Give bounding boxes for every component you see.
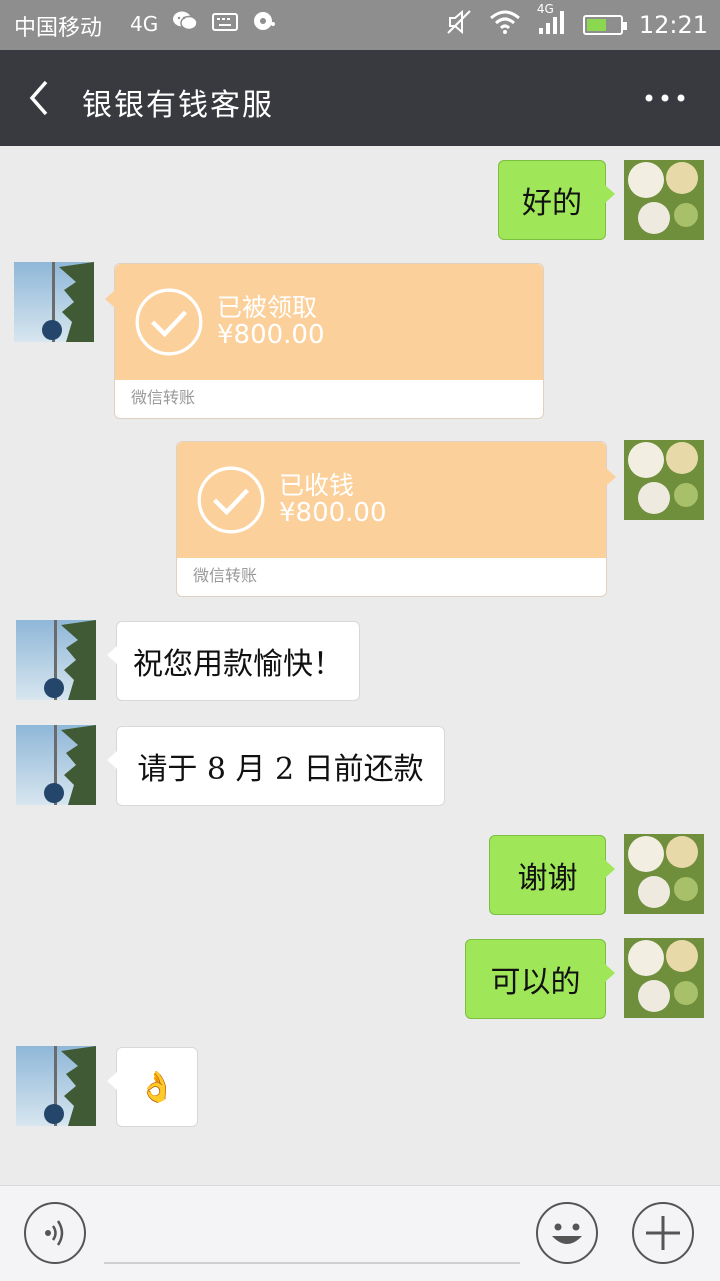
emoji-button[interactable] (536, 1202, 598, 1264)
contact-avatar[interactable] (16, 725, 96, 805)
message-text: 祝您用款愉快！ (133, 647, 343, 682)
chat-title: 银银有钱客服 (82, 88, 274, 123)
text-bubble[interactable]: 可以的 (465, 939, 615, 1019)
text-bubble[interactable]: 请于 8 月 2 日前还款 (107, 726, 445, 806)
check-circle-icon (135, 288, 203, 356)
more-button[interactable] (640, 76, 690, 120)
message-text: 请于 8 月 2 日前还款 (137, 752, 424, 787)
plus-icon (646, 1216, 680, 1250)
network-label: 4G (130, 11, 159, 36)
wifi-icon (489, 9, 521, 40)
transfer-amount: ¥800.00 (279, 498, 387, 528)
message-text: 可以的 (490, 965, 581, 1000)
my-avatar[interactable] (624, 160, 704, 240)
transfer-footer: 微信转账 (193, 566, 258, 585)
text-bubble[interactable]: 谢谢 (489, 835, 615, 915)
chat-header: 银银有钱客服 (0, 50, 720, 146)
back-button[interactable] (24, 74, 68, 122)
ok-hand-emoji: 👌 (138, 1069, 176, 1105)
message-row: 祝您用款愉快！ (0, 620, 720, 702)
transfer-footer: 微信转账 (131, 388, 196, 407)
input-bar (0, 1185, 720, 1281)
my-avatar[interactable] (624, 834, 704, 914)
message-row: 👌 (0, 1046, 720, 1128)
my-avatar[interactable] (624, 938, 704, 1018)
transfer-card[interactable]: 已收钱 ¥800.00 微信转账 (176, 441, 616, 597)
contact-avatar[interactable] (16, 1046, 96, 1126)
text-bubble[interactable]: 祝您用款愉快！ (107, 621, 360, 701)
status-icons-right: 4G 12:21 (445, 2, 708, 41)
mute-icon (445, 8, 473, 41)
more-features-button[interactable] (632, 1202, 694, 1264)
keyboard-icon (212, 12, 239, 36)
contact-avatar[interactable] (14, 262, 94, 342)
emoji-bubble[interactable]: 👌 (107, 1047, 198, 1127)
battery-icon (582, 14, 627, 35)
message-text: 谢谢 (517, 861, 578, 896)
voice-button[interactable] (24, 1202, 86, 1264)
text-bubble[interactable]: 好的 (498, 160, 615, 240)
my-avatar[interactable] (624, 440, 704, 520)
signal-label: 4G (536, 2, 554, 16)
transfer-status: 已收钱 (279, 471, 355, 500)
transfer-card[interactable]: 已被领取 ¥800.00 微信转账 (105, 263, 544, 419)
message-row: 请于 8 月 2 日前还款 (0, 725, 720, 807)
message-input[interactable] (104, 1262, 520, 1264)
message-row: 谢谢 (0, 834, 720, 916)
message-row: 好的 (0, 160, 720, 242)
message-row: 可以的 (0, 938, 720, 1020)
wechat-icon (172, 10, 198, 37)
more-dots-icon (645, 94, 685, 102)
contact-avatar[interactable] (16, 620, 96, 700)
disk-icon (252, 10, 276, 37)
transfer-status: 已被领取 (217, 293, 318, 322)
message-row: 已收钱 ¥800.00 微信转账 (0, 440, 720, 598)
check-circle-icon (197, 466, 265, 534)
emoji-icon (552, 1223, 582, 1244)
message-row: 已被领取 ¥800.00 微信转账 (0, 262, 720, 420)
voice-icon (45, 1220, 64, 1246)
message-text: 好的 (522, 186, 582, 221)
clock: 12:21 (638, 10, 708, 39)
chevron-left-icon (29, 80, 48, 116)
transfer-amount: ¥800.00 (217, 320, 325, 350)
signal-icon: 4G (537, 2, 567, 41)
status-bar: 中国移动 4G 4G 12:21 (0, 0, 720, 50)
carrier-label: 中国移动 (14, 16, 103, 41)
status-icons-left: 4G (130, 10, 276, 37)
